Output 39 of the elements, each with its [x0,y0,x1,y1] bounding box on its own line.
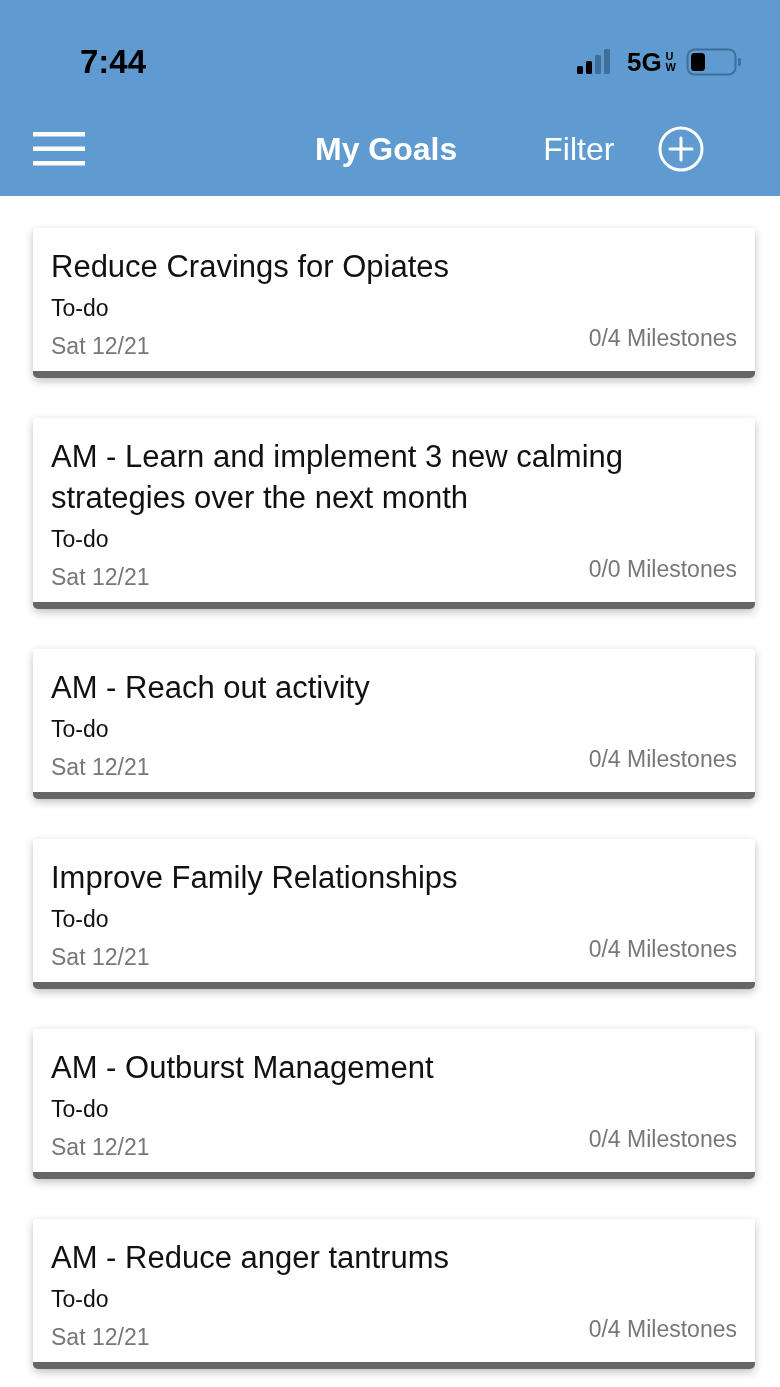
milestone-count: 0/0 Milestones [588,555,737,584]
goal-title: AM - Reduce anger tantrums [51,1239,450,1277]
milestone-count: 0/4 Milestones [588,1315,737,1344]
goal-status: To-do [51,1095,110,1124]
goal-status: To-do [51,715,110,744]
page-title: My Goals [315,130,458,168]
goal-title: AM - Learn and implement 3 new calming strategies over the next month [51,438,625,517]
battery-icon [686,48,742,76]
goal-card[interactable]: AM - Outburst Management To-do Sat 12/21 0/4 Milestones [33,1029,755,1179]
goal-status: To-do [51,525,110,554]
goal-card[interactable]: Improve Family Relationships To-do Sat 12/21 0/4 Milestones [33,839,755,989]
goal-card[interactable]: Reduce Cravings for Opiates To-do Sat 12/21 0/4 Milestones [33,228,755,378]
goal-title: AM - Outburst Management [51,1049,435,1087]
milestone-count: 0/4 Milestones [588,324,737,353]
signal-icon [576,49,611,75]
goal-date: Sat 12/21 [51,332,150,361]
network-suffix: U [665,51,675,62]
goal-title: Improve Family Relationships [51,859,459,897]
goal-title: AM - Reach out activity [51,669,371,707]
network-suffix: W [665,62,676,73]
goal-date: Sat 12/21 [51,1133,150,1162]
goal-date: Sat 12/21 [51,753,150,782]
menu-button[interactable] [33,132,85,166]
goal-date: Sat 12/21 [51,1323,150,1352]
goal-date: Sat 12/21 [51,943,150,972]
network-label: 5G [626,46,662,78]
goal-card[interactable]: AM - Learn and implement 3 new calming strategies over the next month To-do Sat 12/21 0/0 Milestones [33,418,755,609]
goal-status: To-do [51,294,110,323]
goal-status: To-do [51,1285,110,1314]
add-button[interactable] [658,126,705,172]
milestone-count: 0/4 Milestones [588,1125,737,1154]
status-time: 7:44 [80,42,147,81]
goal-date: Sat 12/21 [51,563,150,592]
goal-card[interactable]: AM - Reduce anger tantrums To-do Sat 12/21 0/4 Milestones [33,1219,755,1369]
goal-card[interactable]: AM - Reach out activity To-do Sat 12/21 0/4 Milestones [33,649,755,799]
goal-title: Reduce Cravings for Opiates [51,248,451,286]
milestone-count: 0/4 Milestones [588,745,737,774]
milestone-count: 0/4 Milestones [588,935,737,964]
goal-status: To-do [51,905,110,934]
